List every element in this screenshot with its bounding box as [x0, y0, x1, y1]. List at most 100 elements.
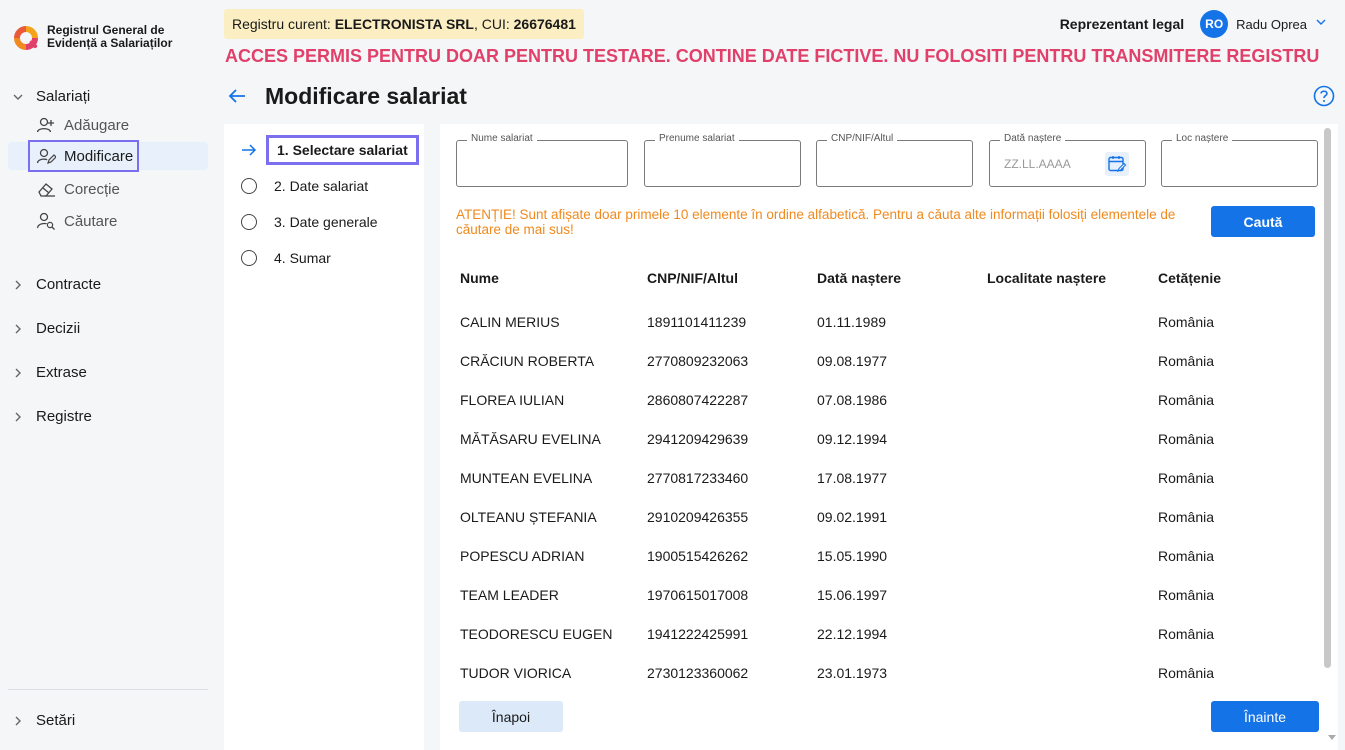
- field-label: Prenume salariat: [655, 133, 739, 144]
- cell-cnp: 2910209426355: [647, 509, 749, 525]
- arrow-right-icon: [240, 141, 258, 159]
- field-label: Nume salariat: [467, 133, 537, 144]
- column-header-cnp[interactable]: CNP/NIF/Altul: [647, 270, 738, 286]
- nav-group-label: Salariați: [36, 88, 91, 105]
- scrollbar-thumb[interactable]: [1324, 128, 1331, 668]
- nav-group-salariati[interactable]: Salariați: [10, 88, 90, 105]
- nav-group-setari[interactable]: Setări: [10, 712, 75, 729]
- chevron-down-icon[interactable]: [1315, 15, 1327, 33]
- table-row[interactable]: MĂTĂSARU EVELINA 2941209429639 09.12.1994 R…: [460, 419, 1320, 458]
- field-label: CNP/NIF/Altul: [827, 133, 898, 144]
- step-sumar[interactable]: 4. Sumar: [240, 246, 331, 270]
- avatar[interactable]: RO: [1200, 10, 1229, 38]
- user-menu[interactable]: Reprezentant legal RO Radu Oprea: [1060, 10, 1327, 38]
- sidebar-item-label: Modificare: [64, 147, 134, 165]
- step-date-generale[interactable]: 3. Date generale: [240, 210, 378, 234]
- sidebar-item-adaugare[interactable]: Adăugare: [36, 112, 129, 138]
- nav-group-contracte[interactable]: Contracte: [10, 276, 101, 293]
- sidebar-item-cautare[interactable]: Căutare: [36, 208, 117, 234]
- table-row[interactable]: CALIN MERIUS 1891101411239 01.11.1989 Român…: [460, 302, 1320, 341]
- cnp-input[interactable]: [817, 141, 972, 186]
- column-header-nume[interactable]: Nume: [460, 270, 499, 286]
- next-button[interactable]: Înainte: [1211, 701, 1319, 732]
- nav-group-extrase[interactable]: Extrase: [10, 364, 87, 381]
- sidebar-item-modificare[interactable]: Modificare: [8, 140, 208, 172]
- table-row[interactable]: MUNTEAN EVELINA 2770817233460 17.08.1977 Ro…: [460, 458, 1320, 497]
- prenume-salariat-field[interactable]: Prenume salariat: [644, 133, 801, 187]
- calendar-icon[interactable]: [1105, 152, 1129, 176]
- scroll-down-arrow-icon[interactable]: [1326, 730, 1338, 740]
- table-row[interactable]: OLTEANU ȘTEFANIA 2910209426355 09.02.1991 R…: [460, 497, 1320, 536]
- app-logo[interactable]: Registrul General de Evidență a Salariaț…: [12, 24, 202, 54]
- page-title: Modificare salariat: [265, 83, 467, 109]
- cell-cetatenie: România: [1158, 470, 1215, 486]
- step-selectare-salariat[interactable]: 1. Selectare salariat: [240, 135, 419, 165]
- step-date-salariat[interactable]: 2. Date salariat: [240, 174, 368, 198]
- column-header-cetatenie[interactable]: Cetățenie: [1158, 270, 1221, 286]
- cell-nume: CRĂCIUN ROBERTA: [460, 353, 595, 369]
- table-row[interactable]: FLOREA IULIAN 2860807422287 07.08.1986 Româ…: [460, 380, 1320, 419]
- nav-group-label: Decizii: [36, 320, 81, 337]
- current-registry-badge: Registru curent: ELECTRONISTA SRL , CUI:…: [224, 9, 584, 39]
- nume-salariat-field[interactable]: Nume salariat: [456, 133, 628, 187]
- table-row[interactable]: TEODORESCU EUGEN 1941222425991 22.12.1994 R…: [460, 614, 1320, 653]
- sidebar: Registrul General de Evidență a Salariaț…: [0, 0, 216, 750]
- cell-cetatenie: România: [1158, 314, 1215, 330]
- radio-empty-icon: [240, 177, 258, 195]
- cell-data-nastere: 09.12.1994: [817, 431, 888, 447]
- column-header-localitate[interactable]: Localitate naștere: [987, 270, 1106, 286]
- registry-company: ELECTRONISTA SRL: [334, 16, 474, 32]
- cell-data-nastere: 07.08.1986: [817, 392, 888, 408]
- table-row[interactable]: POPESCU ADRIAN 1900515426262 15.05.1990 Rom…: [460, 536, 1320, 575]
- chevron-down-icon: [10, 89, 26, 105]
- chevron-right-icon: [10, 365, 26, 381]
- loc-nastere-field[interactable]: Loc naștere: [1161, 133, 1318, 187]
- nav-group-label: Contracte: [36, 276, 102, 293]
- cell-cnp: 1900515426262: [647, 548, 749, 564]
- user-name[interactable]: Radu Oprea: [1236, 17, 1307, 32]
- cell-nume: MUNTEAN EVELINA: [460, 470, 593, 486]
- cnp-field[interactable]: CNP/NIF/Altul: [816, 133, 973, 187]
- sidebar-item-corectie[interactable]: Corecție: [36, 176, 120, 202]
- loc-nastere-input[interactable]: [1162, 141, 1317, 186]
- nav-group-registre[interactable]: Registre: [10, 408, 92, 425]
- cell-cetatenie: România: [1158, 548, 1215, 564]
- table-row[interactable]: CRĂCIUN ROBERTA 2770809232063 09.08.1977 Ro…: [460, 341, 1320, 380]
- cell-cetatenie: România: [1158, 665, 1215, 681]
- cell-cetatenie: România: [1158, 353, 1215, 369]
- focus-outline: Modificare: [28, 140, 140, 172]
- step-label: 1. Selectare salariat: [266, 135, 419, 165]
- nav-group-decizii[interactable]: Decizii: [10, 320, 80, 337]
- back-arrow-icon[interactable]: [226, 85, 248, 107]
- cell-data-nastere: 01.11.1989: [817, 314, 887, 330]
- search-button[interactable]: Caută: [1211, 206, 1315, 237]
- step-label: 2. Date salariat: [274, 178, 369, 194]
- step-label: 4. Sumar: [274, 250, 331, 266]
- prenume-salariat-input[interactable]: [645, 141, 800, 186]
- cell-cnp: 1891101411239: [647, 314, 747, 330]
- logo-icon: [12, 24, 40, 52]
- cell-cetatenie: România: [1158, 587, 1215, 603]
- back-button[interactable]: Înapoi: [459, 701, 563, 732]
- cell-cetatenie: România: [1158, 392, 1215, 408]
- table-row[interactable]: TUDOR VIORICA 2730123360062 23.01.1973 Româ…: [460, 653, 1320, 692]
- data-nastere-field[interactable]: Dată naștere: [989, 133, 1146, 187]
- help-icon[interactable]: [1313, 85, 1335, 107]
- cell-nume: MĂTĂSARU EVELINA: [460, 431, 601, 447]
- nav-group-label: Registre: [36, 408, 92, 425]
- logo-line-2: Evidență a Salariaților: [47, 36, 173, 50]
- cell-nume: CALIN MERIUS: [460, 314, 560, 330]
- table-row[interactable]: TEAM LEADER 1970615017008 15.06.1997 Români…: [460, 575, 1320, 614]
- cell-cetatenie: România: [1158, 431, 1215, 447]
- sidebar-item-label: Adăugare: [64, 116, 130, 134]
- column-header-data-nastere[interactable]: Dată naștere: [817, 270, 901, 286]
- field-label: Dată naștere: [1000, 133, 1066, 144]
- sidebar-item-label: Corecție: [64, 180, 120, 198]
- cell-cnp: 2730123360062: [647, 665, 749, 681]
- sidebar-item-label: Căutare: [64, 212, 118, 230]
- nume-salariat-input[interactable]: [457, 141, 627, 186]
- cell-cnp: 2941209429639: [647, 431, 749, 447]
- cell-data-nastere: 15.05.1990: [817, 548, 888, 564]
- cell-data-nastere: 17.08.1977: [817, 470, 888, 486]
- nav-group-label: Extrase: [36, 364, 87, 381]
